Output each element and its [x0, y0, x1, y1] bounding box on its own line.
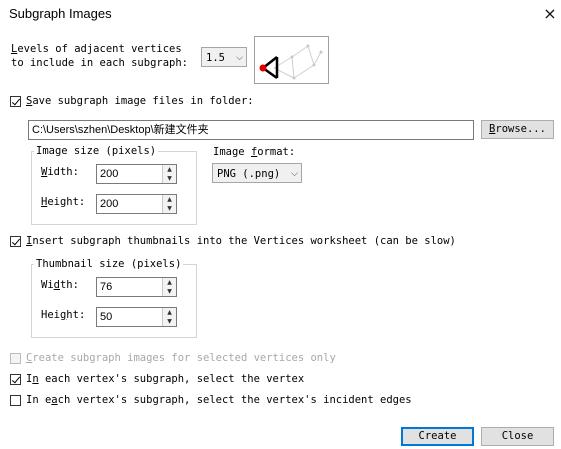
thumbnail-height-label: Height:	[41, 309, 86, 321]
spin-down-icon: ▼	[167, 205, 172, 212]
select-vertex-checkbox[interactable]	[10, 374, 21, 385]
image-size-legend: Image size (pixels)	[34, 145, 159, 157]
window-title: Subgraph Images	[9, 6, 112, 21]
thumbnail-width-spinner[interactable]: ▲ ▼	[162, 278, 176, 296]
image-width-input[interactable]: 200 ▲ ▼	[96, 164, 177, 184]
thumbnail-size-legend: Thumbnail size (pixels)	[34, 258, 184, 270]
image-format-dropdown[interactable]: PNG (.png) ⌵	[212, 163, 302, 183]
thumbnail-height-spinner[interactable]: ▲ ▼	[162, 308, 176, 326]
image-height-input[interactable]: 200 ▲ ▼	[96, 194, 177, 214]
thumbnail-width-input[interactable]: 76 ▲ ▼	[96, 277, 177, 297]
image-height-spinner[interactable]: ▲ ▼	[162, 195, 176, 213]
spin-up-icon: ▲	[167, 279, 172, 286]
spin-down-icon: ▼	[167, 318, 172, 325]
image-height-value: 200	[100, 198, 119, 210]
spin-down-icon: ▼	[167, 175, 172, 182]
image-format-value: PNG (.png)	[217, 168, 281, 180]
spin-up-icon: ▲	[167, 196, 172, 203]
selected-vertices-only-label: Create subgraph images for selected vert…	[26, 352, 336, 364]
image-height-label: Height:	[41, 196, 86, 208]
thumbnail-width-value: 76	[100, 281, 113, 293]
image-width-value: 200	[100, 168, 119, 180]
insert-thumbnails-label: Insert subgraph thumbnails into the Vert…	[26, 235, 456, 247]
thumbnail-height-value: 50	[100, 311, 113, 323]
chevron-down-icon: ⌵	[236, 53, 243, 63]
subgraph-preview-image	[254, 36, 329, 84]
save-images-checkbox[interactable]	[10, 96, 21, 107]
thumbnail-height-input[interactable]: 50 ▲ ▼	[96, 307, 177, 327]
select-incident-edges-checkbox[interactable]	[10, 395, 21, 406]
select-vertex-label: In each vertex's subgraph, select the ve…	[26, 373, 305, 385]
levels-label: Levels of adjacent vertices	[11, 43, 182, 55]
close-icon[interactable]: ×	[540, 3, 560, 25]
levels-dropdown[interactable]: 1.5 ⌵	[201, 47, 247, 67]
thumbnail-width-label: Width:	[41, 279, 79, 291]
browse-button[interactable]: Browse...	[481, 120, 554, 139]
chevron-down-icon: ⌵	[291, 169, 298, 179]
levels-label-line2: to include in each subgraph:	[11, 57, 189, 69]
save-images-label: Save subgraph image files in folder:	[26, 95, 254, 107]
selected-vertices-only-checkbox[interactable]	[10, 353, 21, 364]
image-width-label: Width:	[41, 166, 79, 178]
levels-value: 1.5	[206, 52, 225, 64]
select-incident-edges-label: In each vertex's subgraph, select the ve…	[26, 394, 412, 406]
spin-up-icon: ▲	[167, 309, 172, 316]
image-format-label: Image format:	[213, 146, 296, 158]
close-button[interactable]: Close	[481, 427, 554, 446]
selected-vertex	[259, 64, 267, 72]
spin-up-icon: ▲	[167, 166, 172, 173]
spin-down-icon: ▼	[167, 288, 172, 295]
create-button[interactable]: Create	[401, 427, 474, 446]
folder-path-input[interactable]: C:\Users\szhen\Desktop\新建文件夹	[28, 120, 474, 140]
subgraph-preview-graph	[259, 44, 323, 80]
insert-thumbnails-checkbox[interactable]	[10, 236, 21, 247]
image-width-spinner[interactable]: ▲ ▼	[162, 165, 176, 183]
